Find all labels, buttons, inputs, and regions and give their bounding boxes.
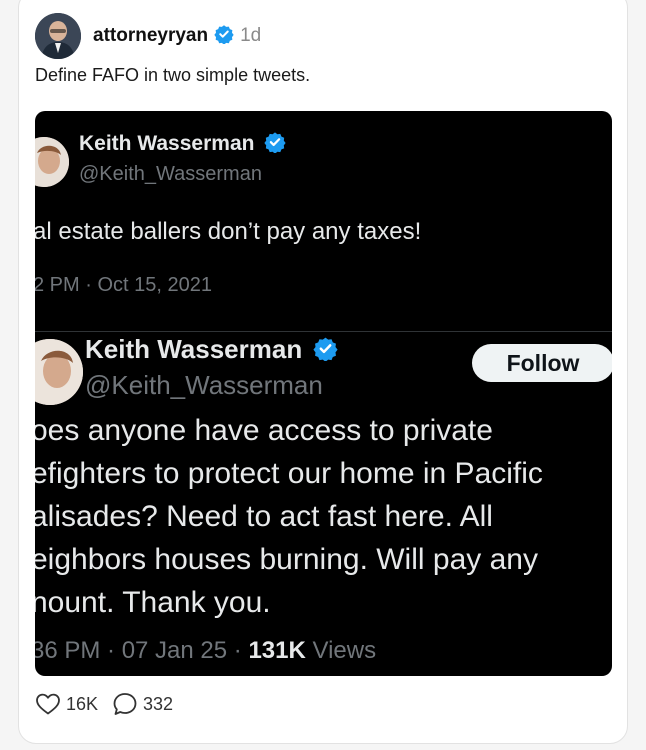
tweet-author-handle: @Keith_Wasserman xyxy=(79,163,262,185)
avatar[interactable] xyxy=(35,13,81,59)
tweet-author-handle: @Keith_Wasserman xyxy=(85,370,323,400)
tweet-text-line: oes anyone have access to private xyxy=(35,414,493,447)
tweet-author-name: Keith Wasserman xyxy=(79,131,286,159)
post-header: attorneyryan 1d xyxy=(35,13,261,59)
heart-icon xyxy=(35,692,61,716)
like-count: 16K xyxy=(66,693,99,714)
comment-count: 332 xyxy=(143,693,174,714)
tweet-views-label: Views xyxy=(312,637,377,664)
post-actions: 16K 332 xyxy=(35,691,173,717)
tweet-text-line: efighters to protect our home in Pacific xyxy=(35,457,543,490)
tweet-avatar xyxy=(35,137,69,187)
like-button[interactable]: 16K xyxy=(35,692,98,716)
tweet-timestamp: 2 PM · Oct 15, 2021 xyxy=(35,274,212,296)
tweet-text: al estate ballers don’t pay any taxes! xyxy=(35,218,422,245)
tweet-text-line: nount. Thank you. xyxy=(35,586,271,619)
tweet-meta: 36 PM · 07 Jan 25 · 131K Views xyxy=(35,637,376,665)
comment-bubble-icon xyxy=(112,691,138,717)
username[interactable]: attorneyryan xyxy=(93,25,208,47)
embedded-tweet-top: Keith Wasserman @Keith_Wasserman al esta… xyxy=(35,111,612,331)
verified-badge-icon xyxy=(313,336,339,368)
post-card: attorneyryan 1d Define FAFO in two simpl… xyxy=(18,0,628,744)
tweet-views-count: 131K xyxy=(248,637,306,664)
post-caption: Define FAFO in two simple tweets. xyxy=(35,65,311,85)
tweet-author-name-text: Keith Wasserman xyxy=(79,132,255,155)
tweet-text-line: eighbors houses burning. Will pay any xyxy=(35,543,538,576)
tweet-timestamp: 36 PM · 07 Jan 25 · xyxy=(35,637,242,664)
verified-badge-icon xyxy=(214,24,234,49)
post-media-screenshot[interactable]: Keith Wasserman @Keith_Wasserman al esta… xyxy=(35,111,612,676)
embedded-tweet-bottom: Keith Wasserman @Keith_Wasserman Follow … xyxy=(35,332,612,676)
verified-badge-icon xyxy=(264,131,286,159)
tweet-author-name: Keith Wasserman xyxy=(85,334,339,368)
tweet-author-name-text: Keith Wasserman xyxy=(85,334,303,364)
tweet-avatar xyxy=(35,339,83,405)
follow-button[interactable]: Follow xyxy=(472,344,612,382)
tweet-text-line: alisades? Need to act fast here. All xyxy=(35,500,493,533)
post-age: 1d xyxy=(240,25,262,46)
comment-button[interactable]: 332 xyxy=(112,691,173,717)
